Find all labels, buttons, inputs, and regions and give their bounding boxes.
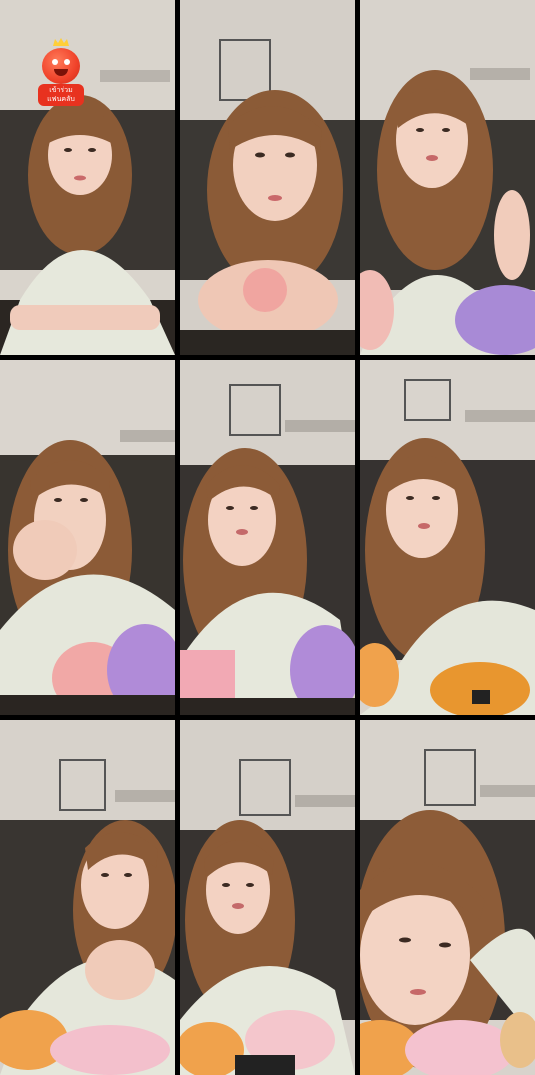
fan-club-label-line1: เข้าร่วม — [49, 86, 73, 94]
video-grid: เข้าร่วม แฟนคลับ — [0, 0, 535, 1075]
tile-6-frame — [360, 360, 535, 715]
stream-tile-2[interactable] — [180, 0, 355, 355]
crown-icon — [53, 38, 69, 46]
stream-tile-1[interactable]: เข้าร่วม แฟนคลับ — [0, 0, 175, 355]
stream-tile-6[interactable] — [360, 360, 535, 715]
tile-4-frame — [0, 360, 175, 715]
mascot-icon — [42, 48, 80, 84]
tile-3-frame — [360, 0, 535, 355]
fan-club-badge[interactable]: เข้าร่วม แฟนคลับ — [38, 38, 84, 108]
stream-tile-7[interactable] — [0, 720, 175, 1075]
tile-5-frame — [180, 360, 355, 715]
mascot-eye-left — [52, 59, 58, 65]
stream-tile-9[interactable] — [360, 720, 535, 1075]
stream-tile-4[interactable] — [0, 360, 175, 715]
stream-tile-8[interactable] — [180, 720, 355, 1075]
fan-club-label-line2: แฟนคลับ — [47, 95, 75, 103]
stream-tile-3[interactable] — [360, 0, 535, 355]
tile-2-frame — [180, 0, 355, 355]
mascot-eye-right — [64, 59, 70, 65]
tile-8-frame — [180, 720, 355, 1075]
tile-1-frame — [0, 0, 175, 355]
tile-9-frame — [360, 720, 535, 1075]
fan-club-label: เข้าร่วม แฟนคลับ — [38, 84, 84, 106]
stream-tile-5[interactable] — [180, 360, 355, 715]
tile-7-frame — [0, 720, 175, 1075]
